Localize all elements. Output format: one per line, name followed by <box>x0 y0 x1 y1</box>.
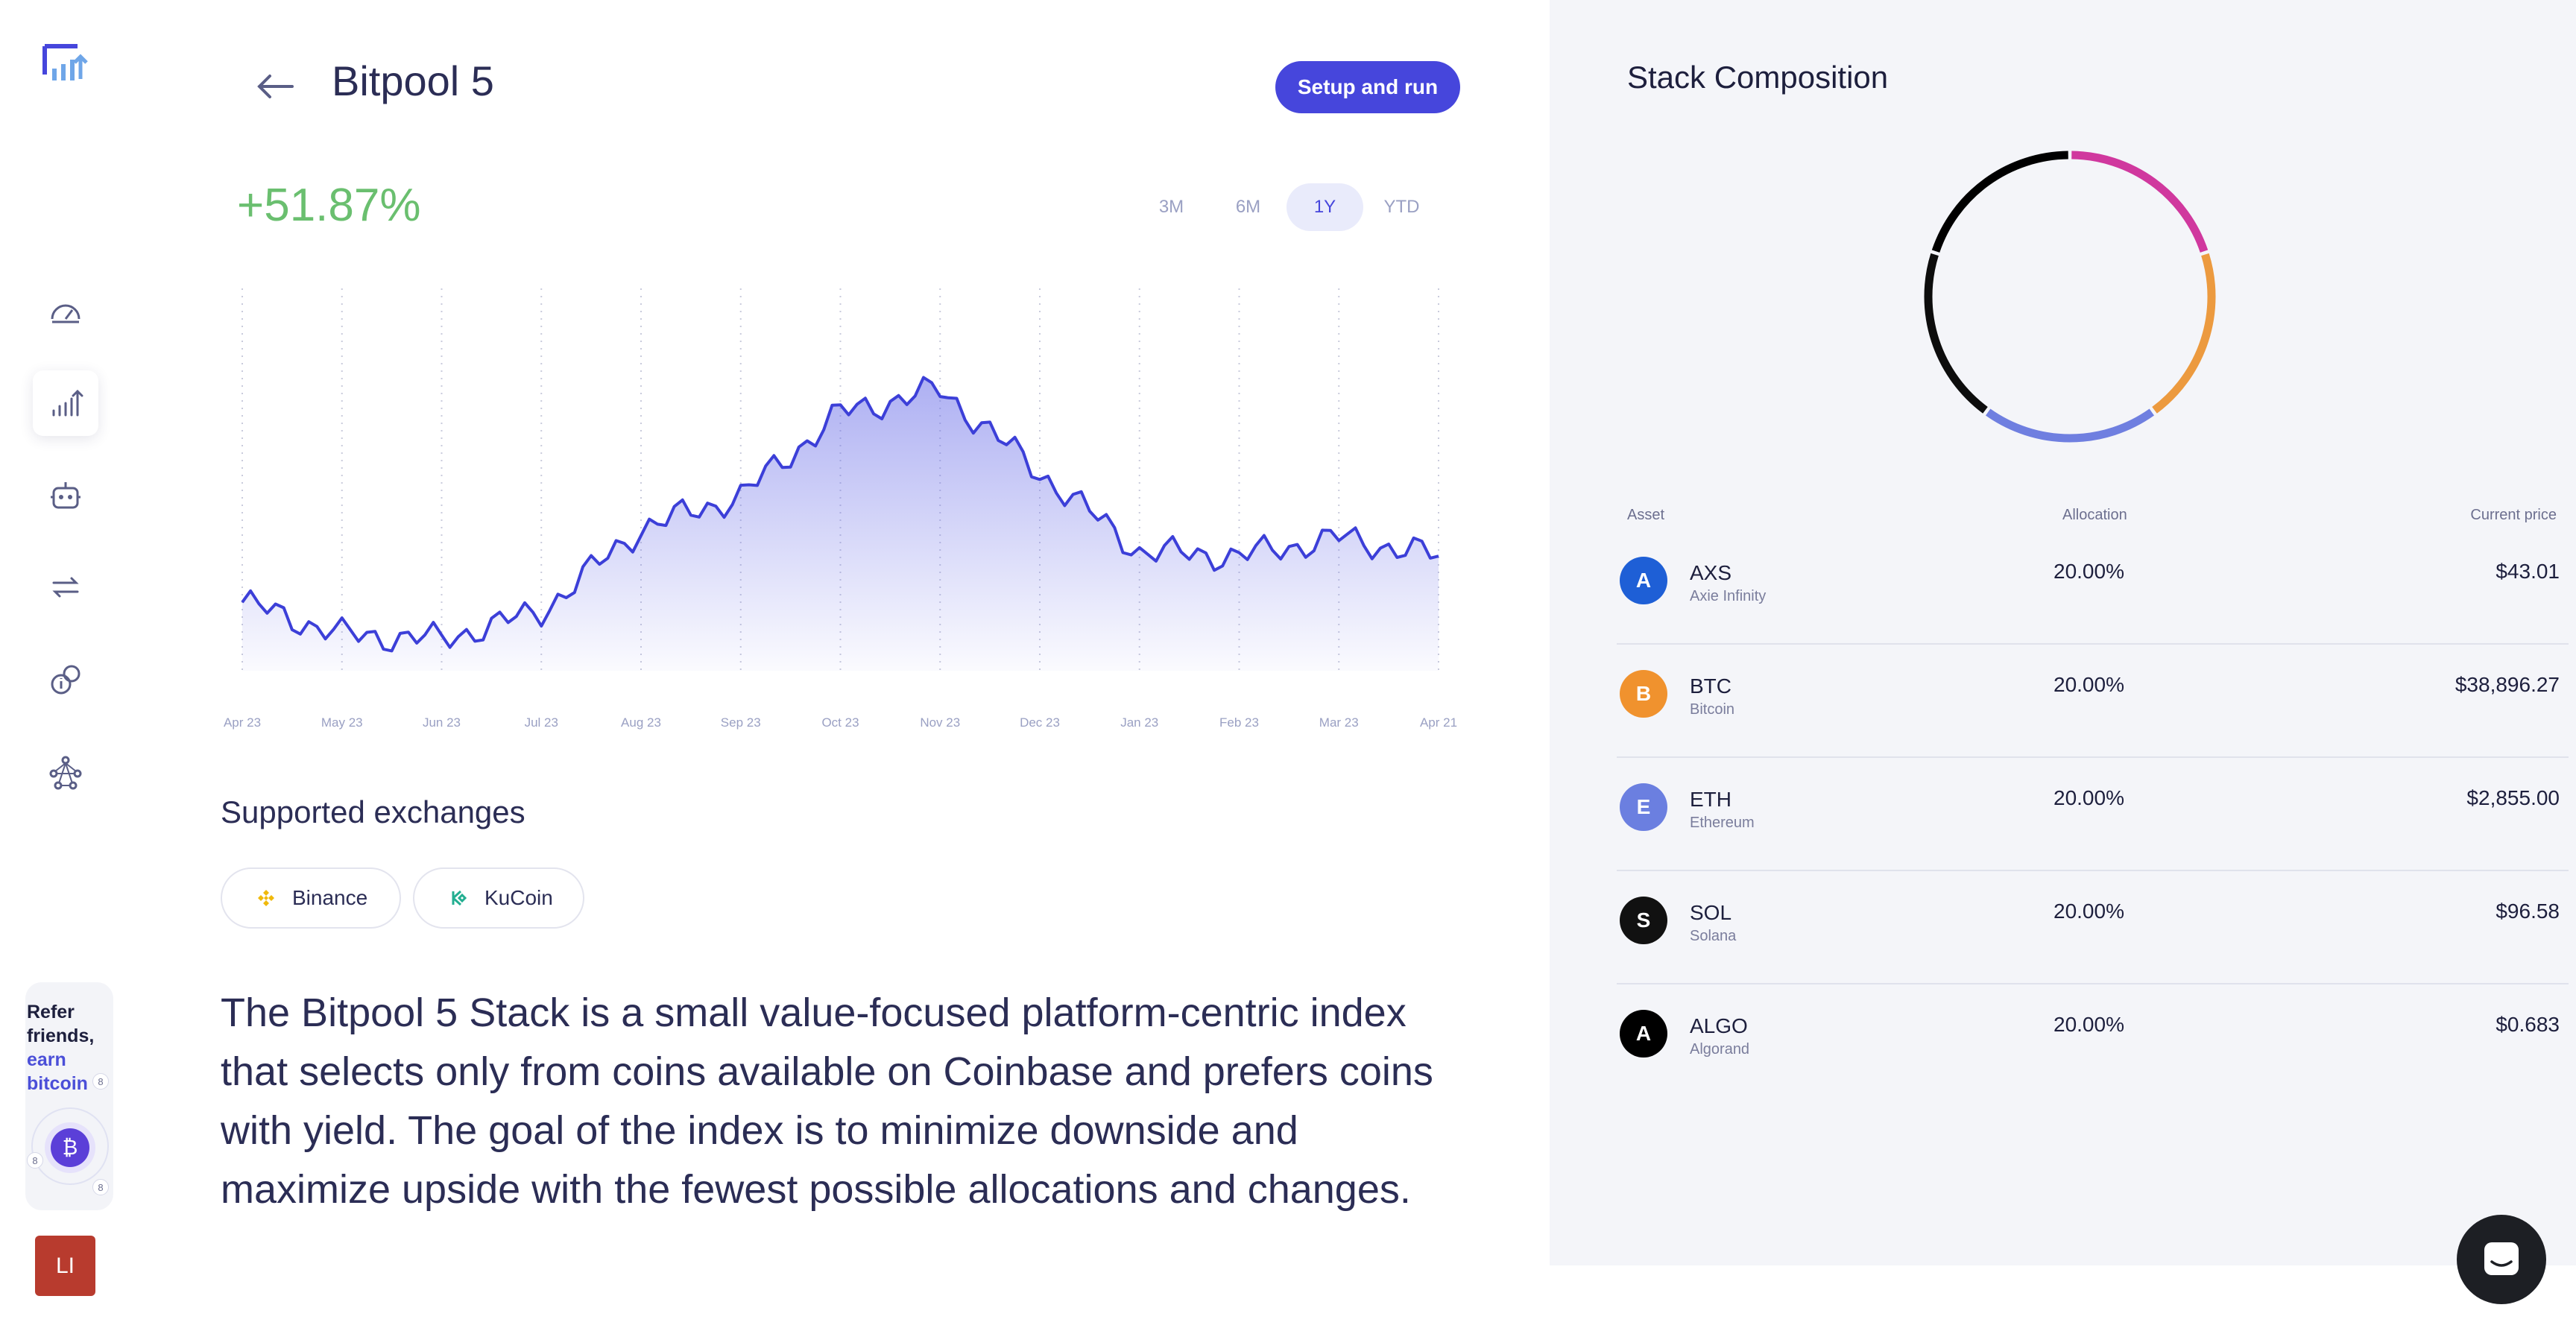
asset-allocation: 20.00% <box>2053 673 2124 696</box>
donut-slice-algo[interactable] <box>1931 151 2068 253</box>
chat-launcher-button[interactable] <box>2457 1215 2546 1304</box>
chart-bars-icon <box>52 389 83 417</box>
asset-name: Axie Infinity <box>1690 588 1767 604</box>
stack-description: The Bitpool 5 Stack is a small value-foc… <box>221 990 1433 1212</box>
algo-icon: A <box>1620 1010 1667 1058</box>
asset-name: Bitcoin <box>1690 701 1735 718</box>
exchange-label: Binance <box>292 886 368 909</box>
asset-symbol: ETH <box>1690 788 1731 811</box>
refer-text: Refer friends, earn bitcoin <box>27 1002 95 1094</box>
x-tick-label: Nov 23 <box>920 715 960 730</box>
exchange-kucoin[interactable]: KuCoin <box>413 867 584 929</box>
x-tick-label: Jul 23 <box>525 715 558 730</box>
column-allocation: Allocation <box>2062 507 2127 523</box>
x-tick-label: Mar 23 <box>1319 715 1359 730</box>
asset-price: $38,896.27 <box>2455 673 2560 696</box>
x-tick-label: Aug 23 <box>621 715 661 730</box>
composition-panel: Stack Composition Asset Allocation Curre… <box>1550 0 2576 1265</box>
bitcoin-icon: ₿ <box>51 1128 89 1167</box>
range-1y[interactable]: 1Y <box>1287 183 1363 231</box>
kucoin-icon <box>452 890 467 906</box>
asset-price: $43.01 <box>2496 560 2560 583</box>
x-tick-label: Apr 23 <box>224 715 261 730</box>
asset-name: Solana <box>1690 928 1737 944</box>
robot-icon <box>51 482 80 509</box>
table-row[interactable]: A AXS Axie Infinity 20.00% $43.01 <box>1617 531 2569 645</box>
refer-friends-card[interactable]: Refer friends, earn bitcoin ₿ 8 8 8 <box>25 982 113 1210</box>
asset-price: $2,855.00 <box>2466 786 2560 809</box>
eth-icon: E <box>1620 783 1667 831</box>
table-row[interactable]: S SOL Solana 20.00% $96.58 <box>1617 871 2569 984</box>
asset-symbol: BTC <box>1690 674 1731 698</box>
donut-slice-btc[interactable] <box>2152 253 2216 414</box>
table-row[interactable]: A ALGO Algorand 20.00% $0.683 <box>1617 984 2569 1098</box>
asset-allocation: 20.00% <box>2053 900 2124 923</box>
network-icon <box>49 756 82 790</box>
performance-change: +51.87% <box>237 180 421 231</box>
range-selector: 3M 6M 1Y YTD <box>1133 183 1440 231</box>
coins-info-icon <box>51 665 80 695</box>
chart-area <box>242 377 1439 671</box>
asset-allocation: 20.00% <box>2053 786 2124 809</box>
column-price: Current price <box>2470 507 2557 523</box>
page-title: Bitpool 5 <box>332 57 494 104</box>
donut-slice-eth[interactable] <box>1985 408 2155 443</box>
exchange-binance[interactable]: Binance <box>221 867 401 929</box>
performance-chart: Apr 23 May 23 Jun 23 Jul 23 Aug 23 Sep 23 Oct … <box>224 288 1457 730</box>
x-tick-label: Apr 21 <box>1420 715 1457 730</box>
binance-icon <box>258 890 274 906</box>
asset-name: Ethereum <box>1690 815 1755 831</box>
nav-transfers[interactable] <box>33 554 98 620</box>
x-tick-label: Dec 23 <box>1020 715 1060 730</box>
axs-icon: A <box>1620 557 1667 604</box>
exchange-label: KuCoin <box>484 886 553 909</box>
sol-icon: S <box>1620 897 1667 944</box>
exchanges-heading: Supported exchanges <box>221 794 525 829</box>
donut-slice-sol[interactable] <box>1924 253 1988 414</box>
asset-symbol: ALGO <box>1690 1014 1748 1037</box>
nav-stacks[interactable] <box>33 370 98 436</box>
table-row[interactable]: E ETH Ethereum 20.00% $2,855.00 <box>1617 758 2569 871</box>
x-tick-label: May 23 <box>321 715 363 730</box>
avatar[interactable]: LI <box>35 1236 95 1296</box>
nav-dashboard[interactable] <box>33 279 98 344</box>
x-tick-label: Sep 23 <box>721 715 761 730</box>
asset-allocation: 20.00% <box>2053 1013 2124 1036</box>
composition-title: Stack Composition <box>1627 60 1889 95</box>
refer-badge: 8 <box>27 1152 43 1169</box>
swap-arrows-icon <box>52 577 79 598</box>
x-tick-label: Jan 23 <box>1120 715 1158 730</box>
btc-icon: B <box>1620 670 1667 718</box>
asset-allocation: 20.00% <box>2053 560 2124 583</box>
donut-slice-axs[interactable] <box>2071 151 2209 253</box>
table-row[interactable]: B BTC Bitcoin 20.00% $38,896.27 <box>1617 645 2569 758</box>
x-tick-label: Oct 23 <box>821 715 859 730</box>
column-asset: Asset <box>1627 507 1665 523</box>
sidebar: Refer friends, earn bitcoin ₿ 8 8 8 LI <box>0 0 130 1334</box>
composition-donut <box>1924 151 2216 443</box>
range-ytd[interactable]: YTD <box>1363 183 1440 231</box>
range-3m[interactable]: 3M <box>1133 183 1210 231</box>
logo-icon[interactable] <box>42 42 89 89</box>
nav-bots[interactable] <box>33 463 98 528</box>
chat-icon <box>2484 1242 2519 1275</box>
asset-symbol: AXS <box>1690 561 1732 584</box>
asset-name: Algorand <box>1690 1041 1750 1058</box>
gauge-icon <box>51 304 80 323</box>
nav-rewards[interactable] <box>33 647 98 712</box>
x-tick-label: Jun 23 <box>423 715 461 730</box>
nav-network[interactable] <box>33 739 98 805</box>
refer-badge: 8 <box>92 1179 109 1195</box>
range-6m[interactable]: 6M <box>1210 183 1287 231</box>
setup-and-run-button[interactable]: Setup and run <box>1275 61 1460 113</box>
asset-price: $0.683 <box>2496 1013 2560 1036</box>
back-arrow-icon[interactable] <box>253 64 298 109</box>
asset-price: $96.58 <box>2496 900 2560 923</box>
asset-symbol: SOL <box>1690 901 1732 924</box>
refer-badge: 8 <box>92 1073 109 1090</box>
x-tick-label: Feb 23 <box>1219 715 1259 730</box>
